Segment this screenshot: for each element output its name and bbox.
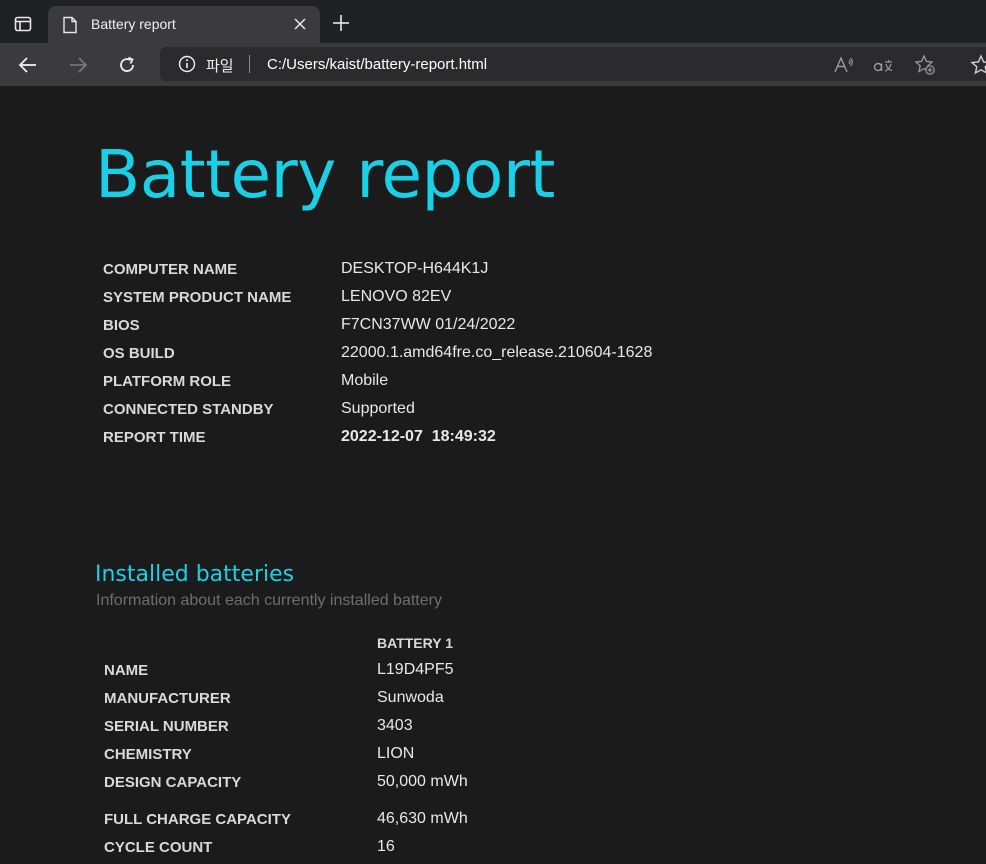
battery-info-label: FULL CHARGE CAPACITY <box>104 811 291 828</box>
tab-strip: Battery report <box>0 0 986 43</box>
system-info-label: COMPUTER NAME <box>103 261 238 278</box>
system-info-label: CONNECTED STANDBY <box>103 401 274 418</box>
battery-info-label: CHEMISTRY <box>104 746 192 763</box>
page-icon <box>63 16 77 34</box>
battery-info-value: Sunwoda <box>377 689 444 706</box>
back-button[interactable] <box>14 51 42 79</box>
refresh-icon <box>120 56 134 72</box>
protocol-label: 파일 <box>206 58 234 75</box>
forward-button[interactable] <box>64 51 92 79</box>
new-tab-button[interactable] <box>330 12 352 34</box>
favorites-button[interactable] <box>970 54 986 76</box>
system-info-value: 22000.1.amd64fre.co_release.210604-1628 <box>341 344 653 361</box>
system-info-label: PLATFORM ROLE <box>103 373 232 390</box>
translate-button[interactable] <box>872 54 894 76</box>
read-aloud-icon <box>834 56 853 73</box>
battery-info-label: SERIAL NUMBER <box>104 718 229 735</box>
battery-info-label: DESIGN CAPACITY <box>104 774 242 791</box>
tab-actions-button[interactable] <box>6 8 40 40</box>
forward-arrow-icon <box>70 57 88 73</box>
read-aloud-button[interactable] <box>833 54 855 76</box>
battery-info-value: 46,630 mWh <box>377 810 468 827</box>
system-info-label: SYSTEM PRODUCT NAME <box>103 289 292 306</box>
navigation-toolbar: 파일 C:/Users/kaist/battery-report.html <box>0 43 986 86</box>
battery-info-value: 16 <box>377 838 395 855</box>
system-info-value: LENOVO 82EV <box>341 288 452 305</box>
close-tab-button[interactable] <box>290 14 310 34</box>
tab-actions-icon <box>14 16 32 32</box>
system-info-value: Mobile <box>341 372 389 389</box>
url-text[interactable]: C:/Users/kaist/battery-report.html <box>267 56 487 73</box>
address-divider <box>249 55 250 73</box>
report-time-value: 2022-12-07 18:49:32 <box>341 428 496 445</box>
page-title: Battery report <box>95 136 555 213</box>
battery-info-value: LION <box>377 745 415 762</box>
tab-title: Battery report <box>91 16 176 32</box>
browser-tab[interactable]: Battery report <box>48 6 320 43</box>
section-title: Installed batteries <box>95 562 295 587</box>
system-info-value: Supported <box>341 400 415 417</box>
translate-icon <box>873 60 893 72</box>
system-info-label: OS BUILD <box>103 345 175 362</box>
back-arrow-icon <box>18 57 36 73</box>
system-info-value: DESKTOP-H644K1J <box>341 260 489 277</box>
star-icon <box>970 54 986 75</box>
section-subtitle: Information about each currently install… <box>96 592 442 609</box>
add-favorite-button[interactable] <box>914 54 936 76</box>
star-add-icon <box>914 54 935 75</box>
report-page: Battery report COMPUTER NAME DESKTOP-H64… <box>0 86 986 864</box>
plus-icon <box>333 15 349 31</box>
system-info-label: REPORT TIME <box>103 429 206 446</box>
info-icon[interactable] <box>178 55 196 73</box>
battery-info-value: 50,000 mWh <box>377 773 468 790</box>
battery-info-value: 3403 <box>377 717 413 734</box>
close-icon <box>294 18 306 30</box>
battery-info-label: MANUFACTURER <box>104 690 231 707</box>
battery-info-label: NAME <box>104 662 149 679</box>
battery-info-value: L19D4PF5 <box>377 661 454 678</box>
refresh-button[interactable] <box>113 51 141 79</box>
battery-column-header: BATTERY 1 <box>377 635 453 651</box>
battery-info-label: CYCLE COUNT <box>104 839 213 856</box>
address-bar[interactable]: 파일 C:/Users/kaist/battery-report.html <box>160 47 986 81</box>
system-info-label: BIOS <box>103 317 140 334</box>
system-info-value: F7CN37WW 01/24/2022 <box>341 316 516 333</box>
